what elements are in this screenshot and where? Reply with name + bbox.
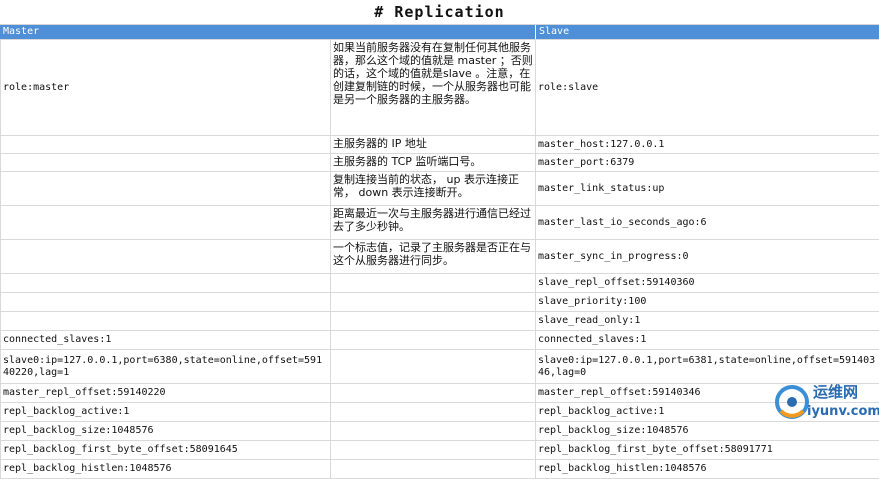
master-cell[interactable] bbox=[1, 293, 331, 312]
master-cell[interactable]: repl_backlog_histlen:1048576 bbox=[1, 460, 331, 479]
note-cell[interactable]: 主服务器的 IP 地址 bbox=[331, 136, 536, 154]
sheet-title: # Replication bbox=[0, 3, 879, 21]
master-cell[interactable]: repl_backlog_size:1048576 bbox=[1, 422, 331, 441]
master-cell[interactable] bbox=[1, 312, 331, 331]
table-row: 主服务器的 TCP 监听端口号。master_port:6379 bbox=[1, 154, 879, 172]
table-row: role:master如果当前服务器没有在复制任何其他服务器，那么这个域的值就是… bbox=[1, 40, 879, 136]
replication-table: role:master如果当前服务器没有在复制任何其他服务器，那么这个域的值就是… bbox=[0, 39, 879, 479]
table-row: repl_backlog_histlen:1048576 repl_backlog… bbox=[1, 460, 879, 479]
note-cell[interactable] bbox=[331, 441, 536, 460]
note-cell[interactable] bbox=[331, 331, 536, 350]
slave-cell[interactable]: repl_backlog_histlen:1048576 bbox=[536, 460, 879, 479]
slave-cell[interactable]: slave_priority:100 bbox=[536, 293, 879, 312]
note-cell[interactable] bbox=[331, 422, 536, 441]
note-cell[interactable]: 如果当前服务器没有在复制任何其他服务器，那么这个域的值就是 master ；否则… bbox=[331, 40, 536, 136]
watermark-logo: 运维网 iyunv.com bbox=[773, 377, 873, 425]
master-cell[interactable] bbox=[1, 274, 331, 293]
table-row: master_repl_offset:59140220master_repl_o… bbox=[1, 384, 879, 403]
slave-cell[interactable]: master_port:6379 bbox=[536, 154, 879, 172]
note-cell[interactable] bbox=[331, 293, 536, 312]
iyunv-logo-icon bbox=[773, 383, 811, 421]
slave-cell[interactable]: slave_repl_offset:59140360 bbox=[536, 274, 879, 293]
slave-cell[interactable]: repl_backlog_first_byte_offset:58091771 bbox=[536, 441, 879, 460]
table-row: slave0:ip=127.0.0.1,port=6380,state=onli… bbox=[1, 350, 879, 384]
master-cell[interactable] bbox=[1, 154, 331, 172]
table-row: 距离最近一次与主服务器进行通信已经过去了多少秒钟。master_last_io_… bbox=[1, 206, 879, 240]
note-cell[interactable] bbox=[331, 274, 536, 293]
master-cell[interactable] bbox=[1, 240, 331, 274]
note-cell[interactable]: 距离最近一次与主服务器进行通信已经过去了多少秒钟。 bbox=[331, 206, 536, 240]
slave-cell[interactable]: role:slave bbox=[536, 40, 879, 136]
master-cell[interactable] bbox=[1, 136, 331, 154]
master-cell[interactable]: role:master bbox=[1, 40, 331, 136]
note-cell[interactable]: 主服务器的 TCP 监听端口号。 bbox=[331, 154, 536, 172]
slave-cell[interactable]: master_host:127.0.0.1 bbox=[536, 136, 879, 154]
note-cell[interactable] bbox=[331, 350, 536, 384]
table-row: 复制连接当前的状态， up 表示连接正常， down 表示连接断开。master… bbox=[1, 172, 879, 206]
master-column-header[interactable]: Master bbox=[0, 25, 535, 39]
watermark-text-url: iyunv.com bbox=[807, 404, 879, 419]
master-cell[interactable]: repl_backlog_first_byte_offset:58091645 bbox=[1, 441, 331, 460]
note-cell[interactable] bbox=[331, 384, 536, 403]
master-cell[interactable]: connected_slaves:1 bbox=[1, 331, 331, 350]
table-row: 一个标志值，记录了主服务器是否正在与这个从服务器进行同步。master_sync… bbox=[1, 240, 879, 274]
note-cell[interactable]: 复制连接当前的状态， up 表示连接正常， down 表示连接断开。 bbox=[331, 172, 536, 206]
table-row: repl_backlog_active:1repl_backlog_active… bbox=[1, 403, 879, 422]
table-row: connected_slaves:1 connected_slaves:1 bbox=[1, 331, 879, 350]
slave-cell[interactable]: connected_slaves:1 bbox=[536, 331, 879, 350]
table-row: repl_backlog_first_byte_offset:58091645 r… bbox=[1, 441, 879, 460]
note-cell[interactable]: 一个标志值，记录了主服务器是否正在与这个从服务器进行同步。 bbox=[331, 240, 536, 274]
table-row: repl_backlog_size:1048576repl_backlog_si… bbox=[1, 422, 879, 441]
master-cell[interactable]: master_repl_offset:59140220 bbox=[1, 384, 331, 403]
slave-cell[interactable]: slave_read_only:1 bbox=[536, 312, 879, 331]
master-cell[interactable]: repl_backlog_active:1 bbox=[1, 403, 331, 422]
note-cell[interactable] bbox=[331, 460, 536, 479]
table-row: slave_priority:100 bbox=[1, 293, 879, 312]
master-cell[interactable] bbox=[1, 172, 331, 206]
note-cell[interactable] bbox=[331, 312, 536, 331]
master-cell[interactable] bbox=[1, 206, 331, 240]
slave-cell[interactable]: master_link_status:up bbox=[536, 172, 879, 206]
watermark-text-cn: 运维网 bbox=[813, 381, 858, 402]
table-row: slave_read_only:1 bbox=[1, 312, 879, 331]
slave-cell[interactable]: master_sync_in_progress:0 bbox=[536, 240, 879, 274]
slave-cell[interactable]: master_last_io_seconds_ago:6 bbox=[536, 206, 879, 240]
table-row: slave_repl_offset:59140360 bbox=[1, 274, 879, 293]
slave-column-header[interactable]: Slave bbox=[535, 25, 879, 39]
master-cell[interactable]: slave0:ip=127.0.0.1,port=6380,state=onli… bbox=[1, 350, 331, 384]
note-cell[interactable] bbox=[331, 403, 536, 422]
table-row: 主服务器的 IP 地址master_host:127.0.0.1 bbox=[1, 136, 879, 154]
title-row: # Replication bbox=[0, 0, 879, 25]
